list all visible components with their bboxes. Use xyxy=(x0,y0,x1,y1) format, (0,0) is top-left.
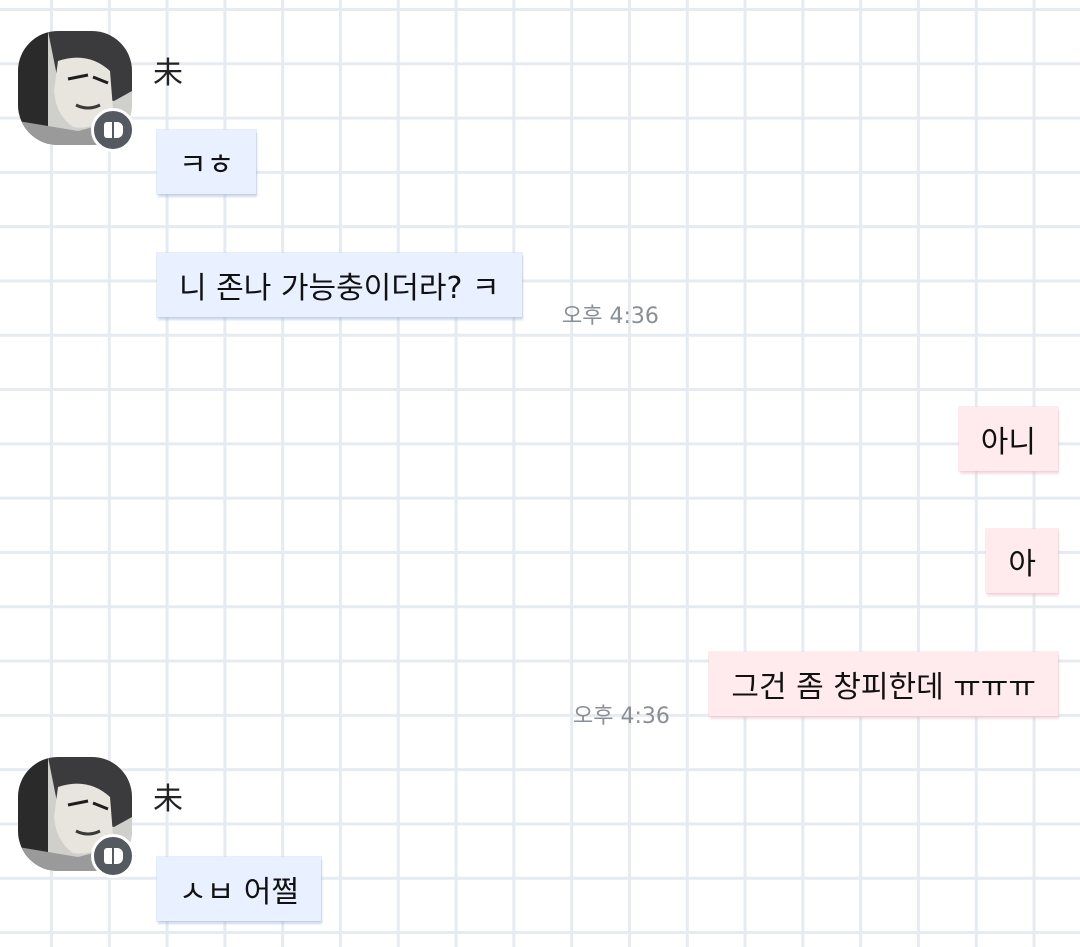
message-bubble[interactable]: 니 존나 가능충이더라? ㅋ xyxy=(157,253,522,317)
message-bubble[interactable]: ㅋㅎ xyxy=(157,130,257,194)
message-bubble[interactable]: ㅅㅂ 어쩔 xyxy=(157,857,321,921)
chat-app-badge-icon xyxy=(91,108,135,152)
message-bubble[interactable]: 아 xyxy=(986,529,1058,593)
message-bubble[interactable]: 아니 xyxy=(958,407,1058,471)
sender-name: 未 xyxy=(153,782,183,817)
chat-app-badge-icon xyxy=(91,834,135,878)
message-timestamp: 오후 4:36 xyxy=(562,304,659,329)
message-bubble[interactable]: 그건 좀 창피한데 ㅠㅠㅠ xyxy=(709,652,1058,716)
sender-name: 未 xyxy=(153,56,183,91)
chat-log: 未 ㅋㅎ 니 존나 가능충이더라? ㅋ 오후 4:36 아니 아 그건 좀 창피… xyxy=(0,0,1080,947)
message-timestamp: 오후 4:36 xyxy=(573,704,670,729)
